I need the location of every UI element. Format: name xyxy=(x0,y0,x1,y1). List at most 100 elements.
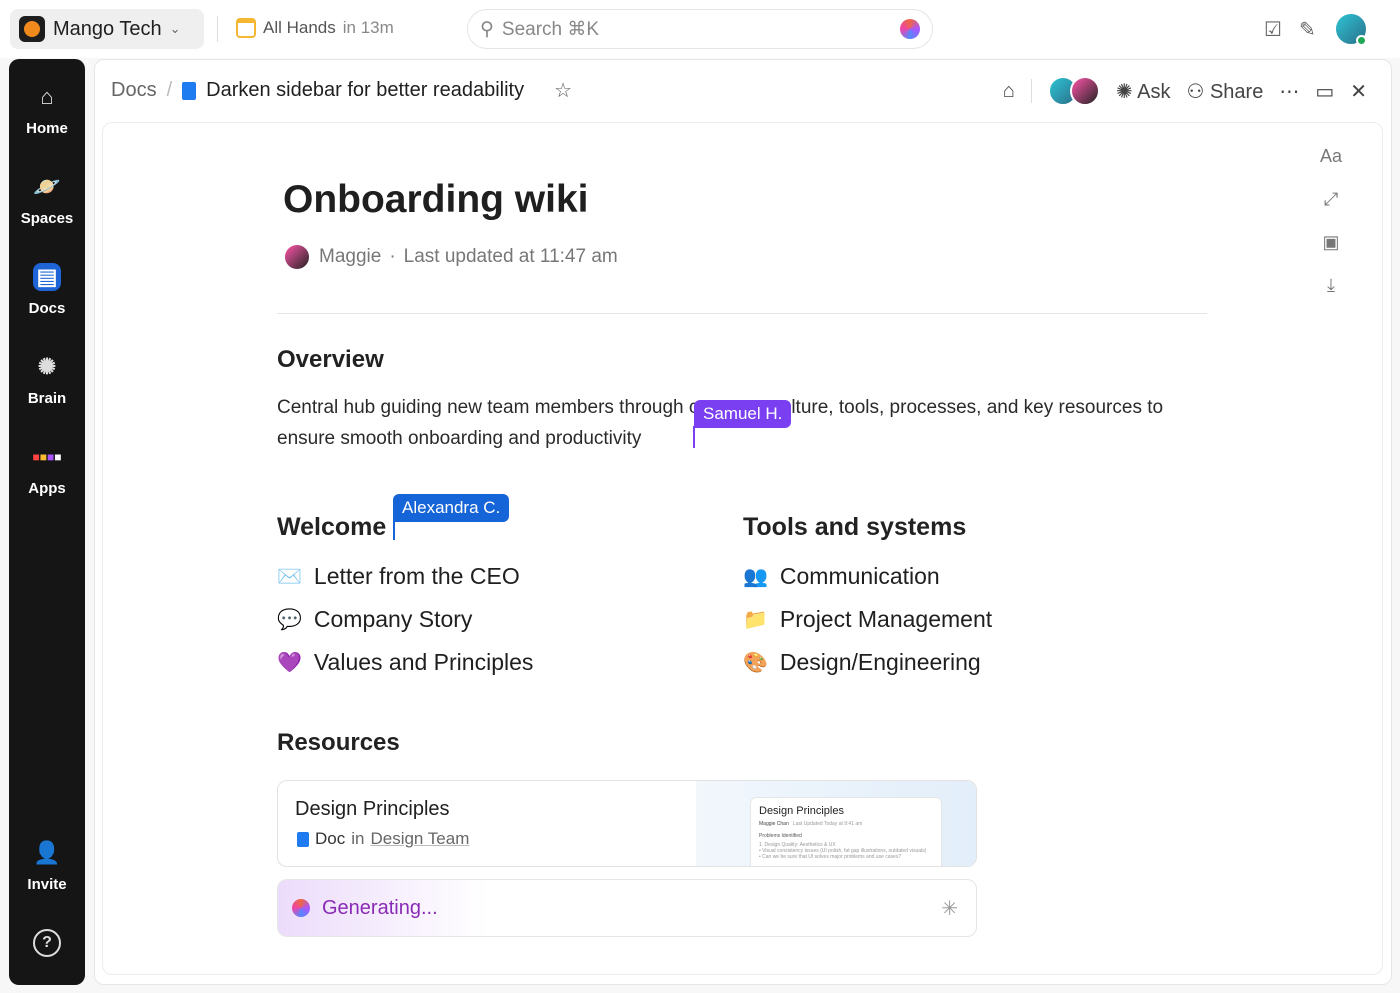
heart-icon: 💜 xyxy=(277,650,302,675)
workspace-logo xyxy=(19,16,45,42)
task-check-icon[interactable]: ☑ xyxy=(1264,17,1282,42)
dot-separator: · xyxy=(389,246,395,268)
list-item[interactable]: 👥 Communication xyxy=(743,563,992,590)
cursor-caret xyxy=(393,518,395,540)
welcome-list: ✉️ Letter from the CEO 💬 Company Story 💜 Va… xyxy=(277,563,533,676)
breadcrumb-docs[interactable]: Docs xyxy=(111,79,157,102)
cursor-label-samuel: Samuel H. xyxy=(694,400,791,428)
spinner-icon: ✳ xyxy=(941,896,958,921)
home-icon: ⌂ xyxy=(33,83,61,111)
ai-sparkle-icon xyxy=(292,899,310,917)
doc-title[interactable]: Darken sidebar for better readability xyxy=(206,79,524,102)
search-input[interactable]: ⚲ Search ⌘K xyxy=(467,9,933,49)
list-item[interactable]: ✉️ Letter from the CEO xyxy=(277,563,533,590)
star-icon[interactable]: ☆ xyxy=(554,78,572,103)
share-label: Share xyxy=(1210,81,1263,103)
sidebar-item-spaces[interactable]: 🪐 Spaces xyxy=(9,173,85,227)
workspace-switcher[interactable]: Mango Tech ⌄ xyxy=(10,9,204,49)
list-item[interactable]: 💜 Values and Principles xyxy=(277,649,533,676)
tools-list: 👥 Communication 📁 Project Management 🎨 Desi… xyxy=(743,563,992,676)
ask-button[interactable]: ✺ Ask xyxy=(1116,79,1171,104)
doc-heading: Onboarding wiki xyxy=(283,178,589,222)
preview-line: • Can we be sure that UI solves major pr… xyxy=(759,854,933,860)
welcome-heading: Welcome xyxy=(277,513,386,542)
resources-heading: Resources xyxy=(277,729,400,757)
expand-icon[interactable]: ⤢ xyxy=(1324,189,1338,210)
divider xyxy=(277,313,1207,314)
author-avatar xyxy=(283,243,311,271)
add-user-icon: 👤 xyxy=(33,839,61,867)
list-item-label: Letter from the CEO xyxy=(314,563,520,590)
sidebar-item-docs[interactable]: ▤Docs xyxy=(9,263,85,317)
download-icon[interactable]: ⤓ xyxy=(1327,275,1335,296)
preview-page: Design Principles Maggie Chan Last Updat… xyxy=(750,797,942,867)
upcoming-event[interactable]: All Hands in 13m xyxy=(236,18,394,38)
resource-meta: Doc in Design Team xyxy=(297,829,469,849)
sidebar-item-label: Home xyxy=(26,120,68,137)
resource-title: Design Principles xyxy=(295,798,450,821)
share-button[interactable]: ⚇ Share xyxy=(1186,79,1263,104)
preview-author: Maggie Chan xyxy=(759,821,789,827)
calendar-icon xyxy=(236,18,256,38)
event-title: All Hands xyxy=(263,18,336,38)
sidebar-item-apps[interactable]: ■■■■Apps xyxy=(9,443,85,497)
list-item[interactable]: 🎨 Design/Engineering xyxy=(743,649,992,676)
search-icon: ⚲ xyxy=(480,18,494,41)
list-item-label: Design/Engineering xyxy=(780,649,981,676)
doc-icon: ▤ xyxy=(33,263,61,291)
right-toolbar: Aa ⤢ ▣ ⤓ xyxy=(1320,146,1342,296)
cursor-label-alexandra: Alexandra C. xyxy=(393,494,509,522)
list-item[interactable]: 📁 Project Management xyxy=(743,606,992,633)
divider xyxy=(1031,79,1032,103)
help-icon: ? xyxy=(33,929,61,957)
comment-icon[interactable]: ▭ xyxy=(1315,79,1334,104)
tools-heading: Tools and systems xyxy=(743,513,966,542)
preview-updated: Last Updated Today at 9:41 am xyxy=(793,821,862,827)
folder-icon: 📁 xyxy=(743,607,768,632)
overview-heading: Overview xyxy=(277,346,384,374)
preview-section: Problems Identified xyxy=(759,833,933,839)
ask-label: Ask xyxy=(1137,81,1170,103)
search-placeholder: Search ⌘K xyxy=(502,18,599,41)
preview-title: Design Principles xyxy=(759,805,933,817)
list-item-label: Communication xyxy=(780,563,940,590)
sidebar-item-label: Spaces xyxy=(21,210,74,227)
event-time: in 13m xyxy=(343,18,394,38)
resource-in: in xyxy=(351,829,364,849)
generating-block: Generating... ✳ xyxy=(277,879,977,937)
doc-meta: Maggie · Last updated at 11:47 am xyxy=(283,243,618,271)
cursor-caret xyxy=(693,426,695,448)
brain-icon: ✺ xyxy=(1116,81,1133,103)
people-icon: 👥 xyxy=(743,564,768,589)
list-item[interactable]: 💬 Company Story xyxy=(277,606,533,633)
sidebar-item-brain[interactable]: ✺Brain xyxy=(9,353,85,407)
doc-icon xyxy=(297,832,309,847)
doc-icon xyxy=(182,82,196,100)
sidebar-item-home[interactable]: ⌂ Home xyxy=(9,83,85,137)
envelope-icon: ✉️ xyxy=(277,564,302,589)
invite-button[interactable]: 👤Invite xyxy=(9,839,85,893)
palette-icon: 🎨 xyxy=(743,650,768,675)
breadcrumb-separator: / xyxy=(167,79,173,102)
speech-bubble-icon: 💬 xyxy=(277,607,302,632)
tag-icon[interactable]: ⌂ xyxy=(1003,80,1015,103)
generating-text: Generating... xyxy=(322,897,438,920)
list-item-label: Company Story xyxy=(314,606,473,633)
layout-icon[interactable]: ▣ xyxy=(1323,232,1340,253)
planet-icon: 🪐 xyxy=(33,173,61,201)
resource-type: Doc xyxy=(315,829,345,849)
ai-sparkle-icon[interactable] xyxy=(900,19,920,39)
resource-card[interactable]: Design Principles Doc in Design Team Des… xyxy=(277,780,977,867)
compose-icon[interactable]: ✎ xyxy=(1299,17,1316,42)
last-updated: Last updated at 11:47 am xyxy=(404,246,618,268)
list-item-label: Values and Principles xyxy=(314,649,533,676)
resource-location[interactable]: Design Team xyxy=(370,829,469,849)
list-item-label: Project Management xyxy=(780,606,992,633)
more-icon[interactable]: ⋯ xyxy=(1279,79,1299,104)
resource-preview: Design Principles Maggie Chan Last Updat… xyxy=(696,781,977,867)
author-name: Maggie xyxy=(319,246,381,268)
font-settings-button[interactable]: Aa xyxy=(1320,146,1342,167)
collaborator-avatars[interactable] xyxy=(1048,76,1100,106)
close-icon[interactable]: ✕ xyxy=(1350,79,1367,104)
help-button[interactable]: ? xyxy=(9,929,85,957)
